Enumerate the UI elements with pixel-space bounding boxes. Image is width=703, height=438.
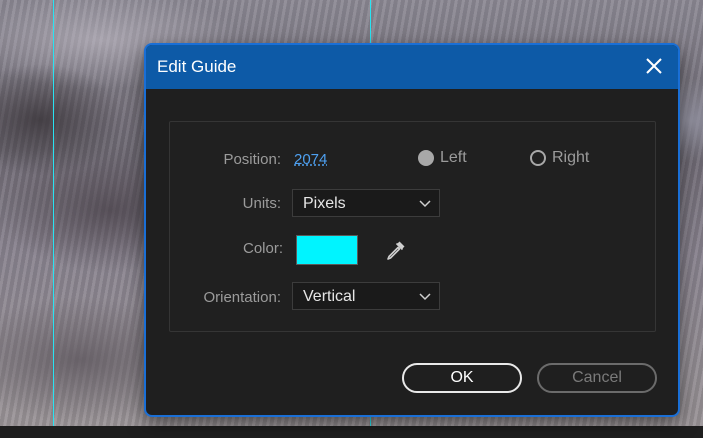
orientation-label: Orientation:: [203, 289, 281, 306]
color-label: Color:: [242, 240, 283, 257]
eyedropper-button[interactable]: [384, 238, 408, 262]
dialog-title: Edit Guide: [157, 57, 237, 76]
radio-selected-icon: [418, 150, 434, 166]
units-label: Units:: [242, 195, 281, 212]
chevron-down-icon: [419, 200, 431, 208]
radio-left-label: Left: [440, 149, 467, 166]
close-button[interactable]: [644, 56, 664, 76]
eyedropper-icon: [387, 241, 405, 260]
cancel-button[interactable]: Cancel: [537, 363, 657, 393]
position-label: Position:: [223, 151, 281, 168]
radio-unselected-icon: [530, 150, 546, 166]
units-dropdown[interactable]: Pixels: [292, 189, 440, 217]
units-value: Pixels: [303, 195, 346, 212]
ok-button[interactable]: OK: [402, 363, 522, 393]
dialog-titlebar: Edit Guide: [146, 45, 678, 89]
orientation-dropdown[interactable]: Vertical: [292, 282, 440, 310]
chevron-down-icon: [419, 293, 431, 301]
close-icon: [646, 58, 662, 74]
status-strip: [0, 426, 703, 438]
color-swatch[interactable]: [296, 235, 358, 265]
guide-line-left[interactable]: [53, 0, 54, 426]
radio-right-label: Right: [552, 149, 590, 166]
orientation-value: Vertical: [303, 288, 356, 305]
position-input[interactable]: 2074: [294, 151, 327, 168]
radio-right[interactable]: Right: [530, 149, 589, 167]
edit-guide-dialog: Edit Guide Position: 2074 Left Right Uni…: [144, 43, 680, 417]
radio-left[interactable]: Left: [418, 149, 467, 167]
